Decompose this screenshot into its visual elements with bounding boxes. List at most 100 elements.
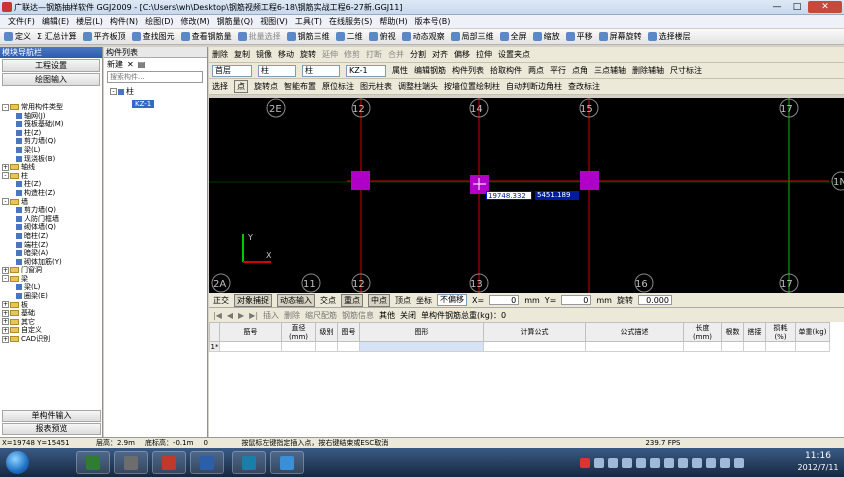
dynamic-input-y[interactable]: 5451.189 [535, 191, 579, 200]
tray-app-icon[interactable] [720, 457, 730, 468]
nav-first-icon[interactable]: |◀ [213, 311, 222, 320]
tree-item[interactable]: + 门窗洞 [0, 266, 103, 275]
copy-button[interactable]: 复制 [234, 49, 250, 60]
tree-item[interactable]: 端柱(Z) [0, 241, 103, 250]
tree-item[interactable]: + 基础 [0, 309, 103, 318]
tray-app-icon[interactable] [692, 457, 702, 468]
expand-toggle-icon[interactable]: + [2, 326, 9, 334]
in-situ-label-button[interactable]: 原位标注 [322, 81, 354, 92]
tree-item[interactable]: 轴网(J) [0, 112, 103, 121]
point-button[interactable]: 点 [234, 80, 248, 93]
rebar-info-button[interactable]: 钢筋信息 [342, 310, 374, 321]
toolbar-button[interactable]: 缩放 [532, 31, 560, 42]
tree-item[interactable]: 筏板基础(M) [0, 120, 103, 129]
table-cell[interactable] [743, 341, 766, 352]
floor-select[interactable]: 首层 [212, 64, 252, 77]
extend-button[interactable]: 延伸 [322, 49, 338, 60]
taskbar-app-media[interactable] [270, 451, 304, 474]
expand-toggle-icon[interactable]: + [2, 266, 9, 274]
object-snap-toggle[interactable]: 对象捕捉 [234, 293, 272, 307]
drawing-canvas[interactable]: 2E 12 14 15 17 1N 2A 11 12 13 16 17 Y X … [209, 98, 844, 293]
tree-item[interactable]: -柱 [0, 172, 103, 181]
nav-next-icon[interactable]: ▶ [238, 311, 244, 320]
menu-version[interactable]: 版本号(B) [415, 15, 451, 28]
menu-edit[interactable]: 编辑(E) [42, 15, 69, 28]
tree-root-column[interactable]: 柱 [126, 87, 134, 96]
component-kz-1[interactable]: KZ-1 [132, 100, 155, 108]
table-cell[interactable] [585, 341, 684, 352]
menu-rebar-qty[interactable]: 钢筋量(Q) [217, 15, 254, 28]
tree-item[interactable]: 梁(L) [0, 283, 103, 292]
delete-button[interactable]: 删除 [212, 49, 228, 60]
maximize-button[interactable]: □ [788, 1, 806, 13]
taskbar-app-excel[interactable] [76, 451, 110, 474]
taskbar-app-screen[interactable] [190, 451, 224, 474]
toolbar-button[interactable]: 俯视 [368, 31, 396, 42]
intersection-snap[interactable]: 交点 [320, 295, 336, 306]
toolbar-button[interactable]: Σ 汇总计算 [37, 31, 77, 42]
table-cell[interactable] [281, 341, 316, 352]
y-offset-input[interactable]: 0 [561, 295, 592, 305]
toolbar-button[interactable]: 批量选择 [237, 31, 281, 42]
tree-item[interactable]: -梁 [0, 275, 103, 284]
clock-time[interactable]: 11:16 [795, 451, 841, 461]
menu-component[interactable]: 构件(N) [110, 15, 138, 28]
new-component-button[interactable]: 新建 [107, 59, 123, 70]
tree-item[interactable]: 柱(Z) [0, 180, 103, 189]
toolbar-button[interactable]: 动态观察 [401, 31, 445, 42]
tree-item[interactable]: 构造柱(Z) [0, 189, 103, 198]
check-label-button[interactable]: 查改标注 [568, 81, 600, 92]
dynamic-input-x[interactable]: 19748.332 [486, 191, 532, 200]
tray-app-icon[interactable] [594, 457, 604, 468]
tree-item[interactable]: + 自定义 [0, 326, 103, 335]
column-table-button[interactable]: 图元柱表 [360, 81, 392, 92]
collapse-toggle-icon[interactable]: - [110, 88, 117, 95]
table-cell[interactable] [315, 341, 338, 352]
properties-button[interactable]: 属性 [392, 65, 408, 76]
draw-by-wall-button[interactable]: 按墙位置绘制柱 [444, 81, 500, 92]
toolbar-button[interactable]: 查找图元 [131, 31, 175, 42]
menu-help[interactable]: 帮助(H) [379, 15, 407, 28]
toolbar-button[interactable]: 平齐板顶 [82, 31, 126, 42]
menu-modify[interactable]: 修改(M) [180, 15, 209, 28]
tree-item[interactable]: -墙 [0, 198, 103, 207]
drawing-input-button[interactable]: 绘图输入 [2, 73, 100, 86]
expand-toggle-icon[interactable]: + [2, 335, 9, 343]
dimension-button[interactable]: 尺寸标注 [670, 65, 702, 76]
close-table-button[interactable]: 关闭 [400, 310, 416, 321]
insert-row-button[interactable]: 插入 [263, 310, 279, 321]
tree-item[interactable]: 砌体加筋(Y) [0, 258, 103, 267]
table-row[interactable]: 1* [209, 341, 830, 352]
expand-toggle-icon[interactable]: + [2, 318, 9, 326]
toolbar-button[interactable]: 全屏 [499, 31, 527, 42]
tray-app-icon[interactable] [734, 457, 744, 468]
ortho-toggle[interactable]: 正交 [213, 295, 229, 306]
menu-floor[interactable]: 楼层(L) [76, 15, 103, 28]
rotate-point-button[interactable]: 旋转点 [254, 81, 278, 92]
menu-file[interactable]: 文件(F) [8, 15, 35, 28]
stretch-button[interactable]: 拉伸 [476, 49, 492, 60]
column-kz1-c[interactable] [580, 171, 599, 190]
single-component-input-button[interactable]: 单构件输入 [2, 410, 101, 422]
delete-component-icon[interactable]: ✕ [127, 60, 134, 69]
start-button[interactable] [6, 451, 29, 474]
select-button[interactable]: 选择 [212, 81, 228, 92]
collapse-toggle-icon[interactable]: - [2, 198, 9, 206]
set-grip-button[interactable]: 设置夹点 [498, 49, 530, 60]
point-angle-button[interactable]: 点角 [572, 65, 588, 76]
tree-item[interactable]: 暗梁(A) [0, 249, 103, 258]
vertex-snap[interactable]: 顶点 [395, 295, 411, 306]
menu-draw[interactable]: 绘图(D) [145, 15, 173, 28]
tree-item[interactable]: 砌体墙(Q) [0, 223, 103, 232]
menu-tools[interactable]: 工具(T) [295, 15, 322, 28]
edit-rebar-button[interactable]: 编辑钢筋 [414, 65, 446, 76]
merge-button[interactable]: 合并 [388, 49, 404, 60]
component-list-button[interactable]: 构件列表 [452, 65, 484, 76]
type-select[interactable]: 柱 [258, 64, 296, 77]
tree-item[interactable]: + 板 [0, 301, 103, 310]
toolbar-button[interactable]: 局部三维 [450, 31, 494, 42]
nav-prev-icon[interactable]: ◀ [227, 311, 233, 320]
rotate-button[interactable]: 旋转 [300, 49, 316, 60]
toolbar-button[interactable]: 屏幕旋转 [598, 31, 642, 42]
scale-rebar-button[interactable]: 缩尺配筋 [305, 310, 337, 321]
